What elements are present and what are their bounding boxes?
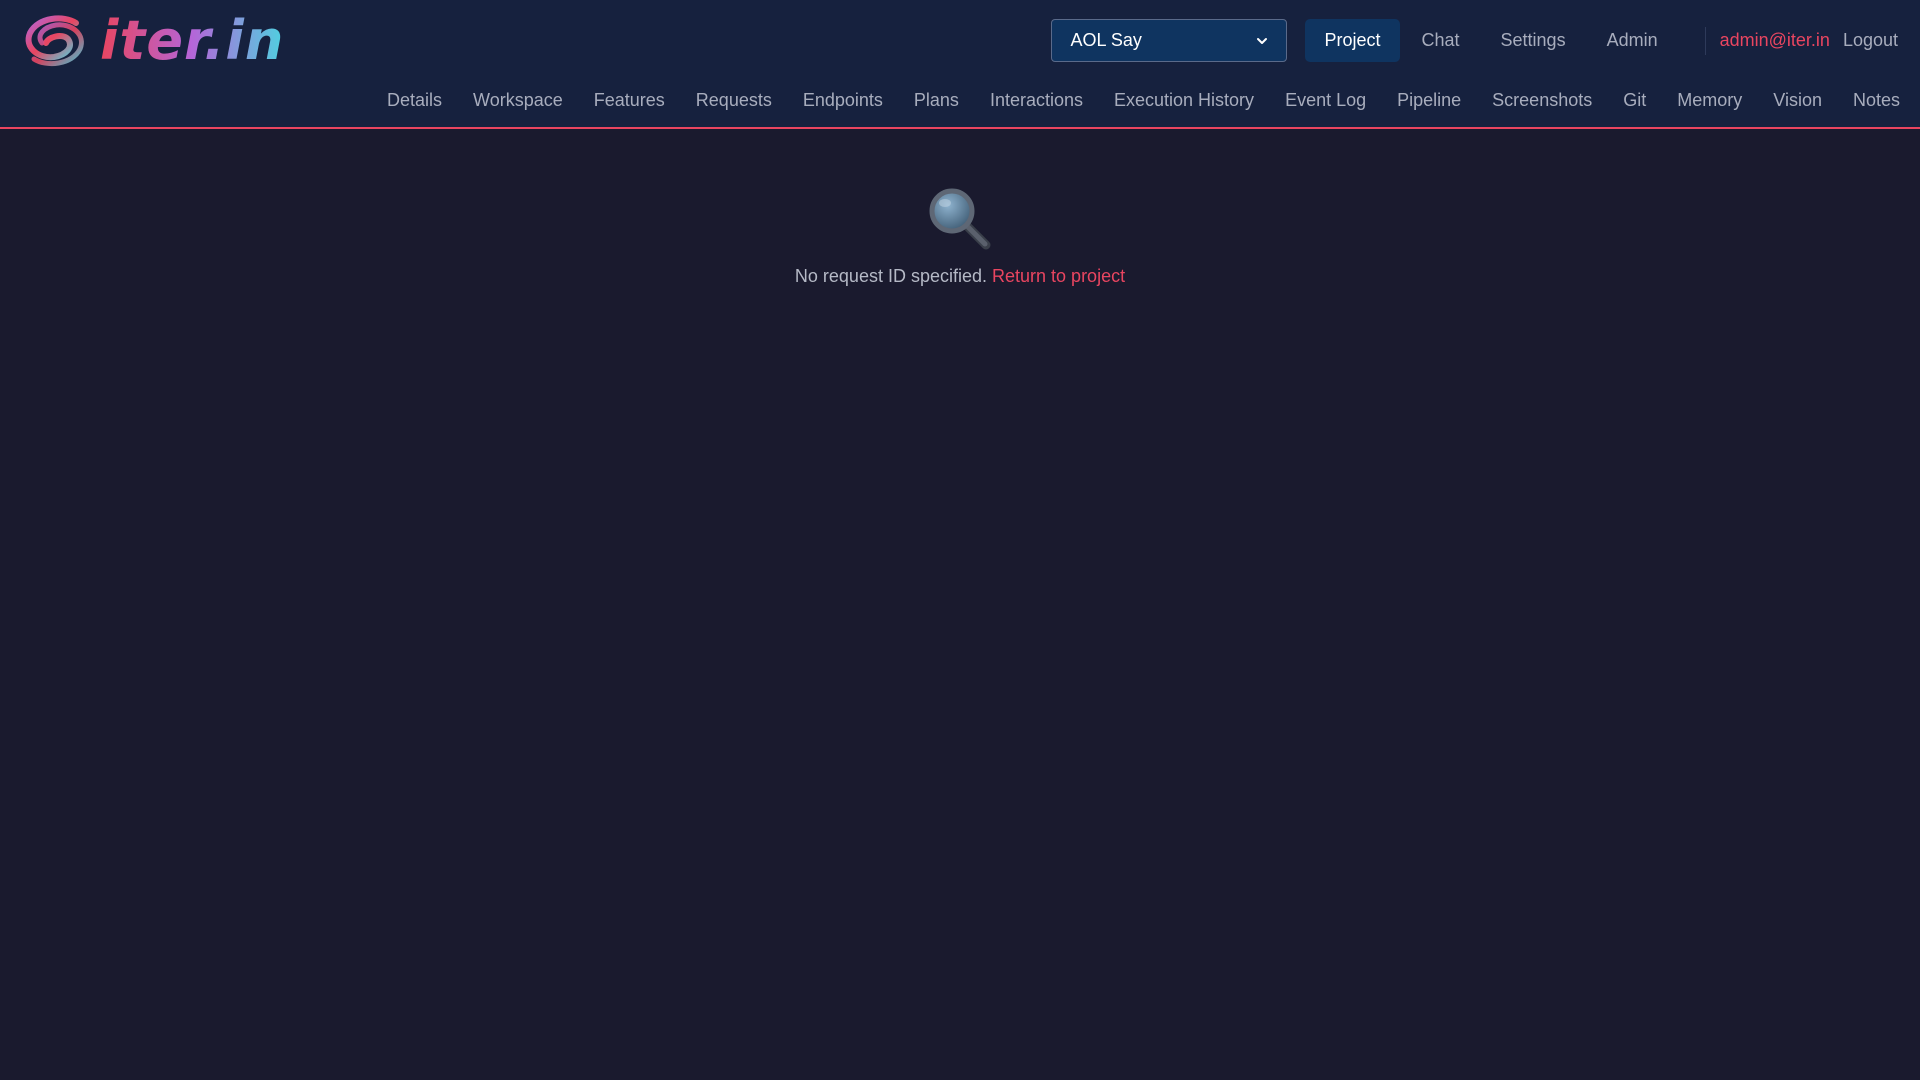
no-request-text: No request ID specified. [794,266,987,286]
swirl-logo-icon [25,15,84,67]
app-header: iter.in AOL Say Project Chat Settings Ad… [0,0,1920,129]
subnav-screenshots[interactable]: Screenshots [1492,90,1592,111]
empty-state: No request ID specified. Return to proje… [0,187,1920,287]
subnav-notes[interactable]: Notes [1853,90,1900,111]
top-bar-controls: AOL Say Project Chat Settings Admin admi… [1051,19,1898,62]
nav-chat[interactable]: Chat [1403,19,1479,62]
logout-link[interactable]: Logout [1843,30,1898,51]
subnav-event-log[interactable]: Event Log [1285,90,1366,111]
chevron-down-icon [1257,37,1268,44]
main-nav: Project Chat Settings Admin [1305,19,1679,62]
project-select-value: AOL Say [1070,30,1142,50]
subnav-plans[interactable]: Plans [914,90,959,111]
subnav-git[interactable]: Git [1623,90,1646,111]
return-to-project-link[interactable]: Return to project [992,266,1125,286]
brand-name: iter.in [100,9,285,72]
nav-divider [1704,26,1706,55]
subnav-execution-history[interactable]: Execution History [1114,90,1254,111]
nav-project[interactable]: Project [1305,19,1400,62]
subnav-endpoints[interactable]: Endpoints [803,90,883,111]
magnifying-glass-icon [929,188,991,250]
nav-settings[interactable]: Settings [1482,19,1585,62]
subnav-workspace[interactable]: Workspace [473,90,563,111]
nav-admin[interactable]: Admin [1588,19,1677,62]
brand-logo[interactable]: iter.in [24,12,284,70]
user-email-link[interactable]: admin@iter.in [1720,30,1830,51]
subnav-requests[interactable]: Requests [696,90,772,111]
subnav-features[interactable]: Features [594,90,665,111]
subnav-vision[interactable]: Vision [1773,90,1822,111]
subnav-interactions[interactable]: Interactions [990,90,1083,111]
project-subnav: Details Workspace Features Requests Endp… [387,86,1900,114]
subnav-memory[interactable]: Memory [1677,90,1742,111]
subnav-details[interactable]: Details [387,90,442,111]
subnav-pipeline[interactable]: Pipeline [1397,90,1461,111]
empty-state-message: No request ID specified. Return to proje… [0,266,1920,287]
project-select[interactable]: AOL Say [1051,19,1288,62]
